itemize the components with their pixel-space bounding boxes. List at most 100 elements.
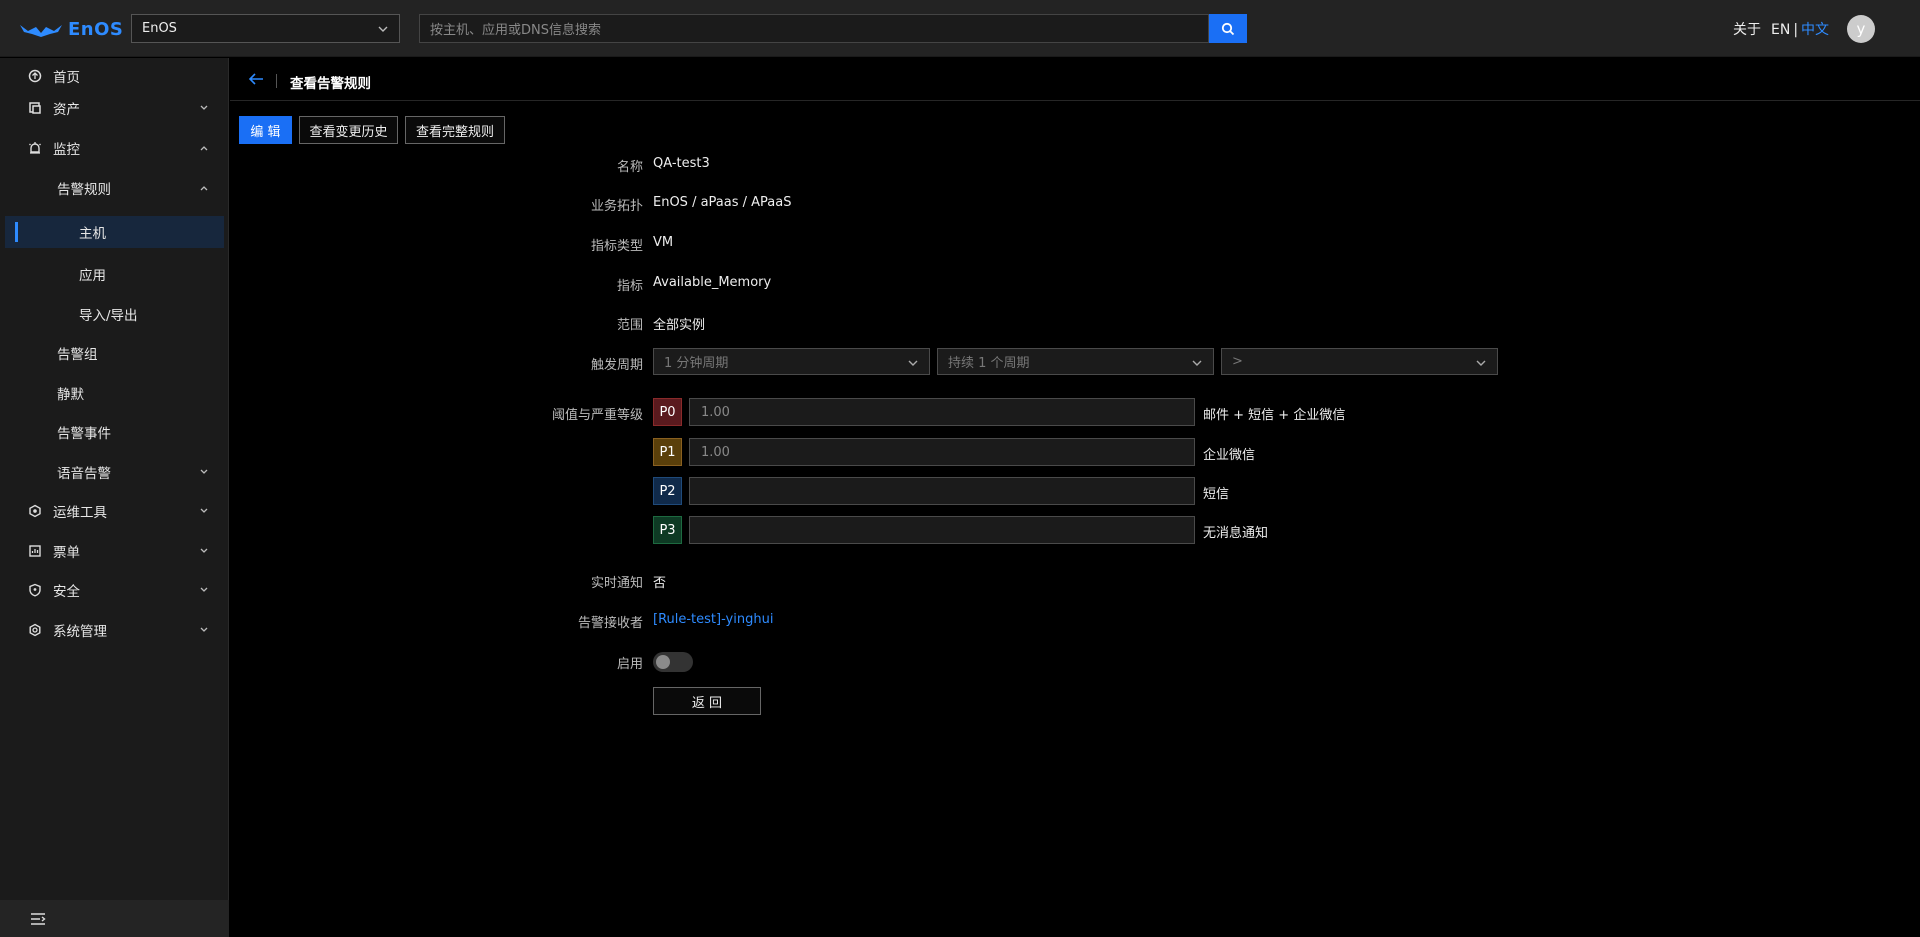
page-header: 查看告警规则 — [230, 58, 1920, 101]
chevron-down-icon — [1476, 360, 1486, 366]
chevron-down-icon — [200, 105, 208, 110]
scope-label: 范围 — [616, 318, 643, 333]
sidebar: 首页 资产 监控 告警规则 主机 应用 导入/导出 告警组 静默 告警事件 语音… — [0, 58, 229, 937]
sidebar-footer — [0, 900, 229, 937]
sidebar-item-ops-tools[interactable]: 运维工具 — [0, 495, 229, 527]
sidebar-item-alert-group[interactable]: 告警组 — [0, 337, 229, 369]
return-button[interactable]: 返 回 — [653, 687, 761, 715]
sidebar-item-label: 票单 — [53, 545, 80, 561]
sidebar-item-label: 语音告警 — [57, 466, 111, 482]
sidebar-item-label: 静默 — [57, 387, 84, 403]
sidebar-item-application[interactable]: 应用 — [0, 258, 229, 290]
sidebar-item-label: 导入/导出 — [79, 308, 138, 324]
tools-icon — [29, 504, 41, 518]
search-input[interactable]: 按主机、应用或DNS信息搜索 — [419, 14, 1209, 43]
receiver-link[interactable]: [Rule-test]-yinghui — [653, 612, 773, 627]
assets-icon — [29, 102, 41, 114]
realtime-value: 否 — [653, 576, 667, 591]
sidebar-item-monitor[interactable]: 监控 — [0, 132, 229, 164]
sidebar-item-voice-alert[interactable]: 语音告警 — [0, 456, 229, 488]
view-full-rule-button[interactable]: 查看完整规则 — [405, 116, 505, 144]
receiver-label: 告警接收者 — [577, 616, 643, 631]
trigger-duration-value: 持续 1 个周期 — [948, 356, 1030, 371]
chevron-down-icon — [908, 360, 918, 366]
channel-p1: 企业微信 — [1203, 448, 1256, 463]
threshold-label: 阈值与严重等级 — [551, 408, 643, 423]
scope-value: 全部实例 — [653, 318, 706, 333]
home-icon — [28, 69, 42, 83]
organization-select[interactable]: EnOS — [131, 14, 400, 43]
channel-p0: 邮件 + 短信 + 企业微信 — [1203, 408, 1346, 423]
channel-p2: 短信 — [1203, 487, 1230, 502]
sidebar-item-label: 告警规则 — [57, 182, 111, 198]
back-arrow-icon[interactable] — [248, 72, 264, 86]
lang-zh-link[interactable]: 中文 — [1801, 22, 1829, 38]
trigger-operator-select[interactable]: > — [1221, 348, 1498, 375]
trigger-duration-select[interactable]: 持续 1 个周期 — [937, 348, 1214, 375]
chevron-down-icon — [200, 508, 208, 513]
threshold-input-p2[interactable] — [689, 477, 1195, 505]
trigger-period-value: 1 分钟周期 — [664, 356, 729, 371]
view-history-button[interactable]: 查看变更历史 — [299, 116, 398, 144]
level-tag-p2: P2 — [653, 477, 682, 505]
enable-label: 启用 — [616, 657, 643, 672]
gear-icon — [29, 623, 41, 637]
search-button[interactable] — [1209, 14, 1247, 43]
chevron-down-icon — [200, 627, 208, 632]
enos-logo-icon — [20, 25, 62, 37]
chevron-down-icon — [200, 469, 208, 474]
edit-button[interactable]: 编 辑 — [239, 116, 292, 144]
chevron-up-icon — [200, 186, 208, 191]
user-avatar[interactable]: y — [1847, 15, 1875, 43]
level-tag-p1: P1 — [653, 438, 682, 466]
toggle-knob — [656, 655, 670, 669]
sidebar-item-alert-events[interactable]: 告警事件 — [0, 416, 229, 448]
name-value: QA-test3 — [653, 156, 710, 171]
metric-label: 指标 — [616, 279, 643, 294]
topology-label: 业务拓扑 — [590, 199, 643, 214]
sidebar-item-silence[interactable]: 静默 — [0, 377, 229, 409]
sidebar-item-label: 监控 — [53, 142, 80, 158]
trigger-period-select[interactable]: 1 分钟周期 — [653, 348, 930, 375]
threshold-input-p1[interactable]: 1.00 — [689, 438, 1195, 466]
sidebar-item-assets[interactable]: 资产 — [0, 92, 229, 124]
sidebar-item-label: 系统管理 — [53, 624, 107, 640]
sidebar-item-label: 安全 — [53, 584, 80, 600]
sidebar-item-label: 应用 — [79, 268, 106, 284]
trigger-operator-value: > — [1232, 354, 1243, 369]
metric-type-value: VM — [653, 235, 674, 250]
threshold-input-p3[interactable] — [689, 516, 1195, 544]
enable-toggle[interactable] — [653, 652, 693, 672]
sidebar-item-host[interactable]: 主机 — [5, 216, 224, 248]
alarm-icon — [29, 142, 41, 154]
chevron-down-icon — [378, 26, 388, 32]
realtime-label: 实时通知 — [590, 576, 643, 591]
sidebar-item-security[interactable]: 安全 — [0, 574, 229, 606]
sidebar-item-label: 告警事件 — [57, 426, 111, 442]
sidebar-item-import-export[interactable]: 导入/导出 — [0, 298, 229, 330]
ticket-icon — [29, 545, 41, 557]
level-tag-p0: P0 — [653, 398, 682, 426]
collapse-menu-icon[interactable] — [30, 912, 46, 926]
threshold-input-p0[interactable]: 1.00 — [689, 398, 1195, 426]
lang-en-link[interactable]: EN — [1771, 22, 1790, 38]
shield-icon — [29, 583, 41, 597]
about-link[interactable]: 关于 — [1733, 19, 1761, 39]
sidebar-item-alert-rules[interactable]: 告警规则 — [0, 172, 229, 204]
header-divider — [276, 74, 277, 88]
chevron-up-icon — [200, 146, 208, 151]
name-label: 名称 — [616, 160, 643, 175]
page-title: 查看告警规则 — [290, 76, 371, 92]
enos-logo[interactable]: EnOS — [18, 14, 123, 44]
sidebar-item-label: 主机 — [79, 226, 106, 242]
sidebar-item-system-admin[interactable]: 系统管理 — [0, 614, 229, 646]
sidebar-item-label: 首页 — [53, 70, 80, 86]
topology-value: EnOS / aPaas / APaaS — [653, 195, 792, 210]
sidebar-item-label: 运维工具 — [53, 505, 107, 521]
metric-value: Available_Memory — [653, 275, 772, 290]
logo-text: EnOS — [68, 18, 124, 40]
lang-separator: | — [1793, 22, 1799, 38]
sidebar-item-home[interactable]: 首页 — [0, 60, 229, 92]
chevron-down-icon — [200, 548, 208, 553]
sidebar-item-tickets[interactable]: 票单 — [0, 535, 229, 567]
